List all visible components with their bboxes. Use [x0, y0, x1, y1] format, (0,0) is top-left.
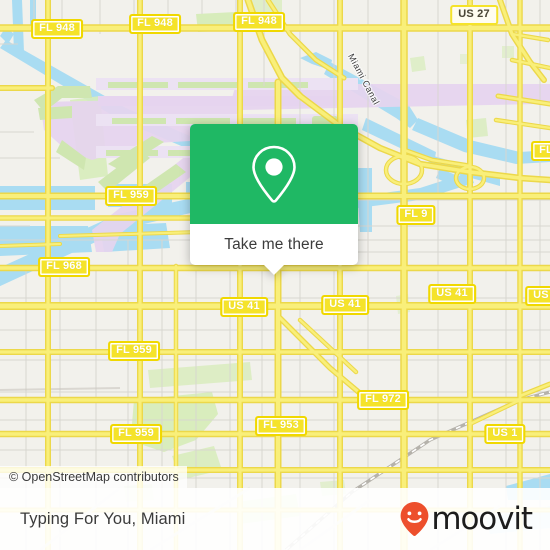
shield-us41-a: US 41: [220, 297, 268, 317]
shield-fl953: FL 953: [255, 416, 307, 436]
shield-us41-d: US: [525, 286, 550, 306]
shield-us41-b: US 41: [321, 295, 369, 315]
place-title: Typing For You, Miami: [20, 509, 186, 528]
shield-us1: US 1: [484, 424, 526, 444]
popup-tail: [263, 264, 285, 275]
popup-action-area[interactable]: Take me there: [190, 224, 358, 275]
popup-marker-area: [190, 124, 358, 224]
map-screenshot: Miami Canal FL 948 FL 948 FL 948 US 27 FL 95…: [0, 0, 550, 550]
take-me-there-button[interactable]: Take me there: [224, 236, 324, 254]
shield-us27: US 27: [450, 5, 498, 25]
osm-attribution[interactable]: © OpenStreetMap contributors: [0, 466, 187, 488]
moovit-logo[interactable]: moovit: [399, 500, 533, 537]
shield-fl959-c: FL 959: [110, 424, 162, 444]
shield-fl-edge: FL: [531, 141, 550, 161]
shield-fl948-b: FL 948: [129, 14, 181, 34]
map-pin-icon: [252, 145, 296, 203]
footer-bar: Typing For You, Miami moovit: [0, 488, 550, 550]
shield-fl9: FL 9: [396, 205, 436, 225]
shield-us41-c: US 41: [428, 284, 476, 304]
shield-fl948-a: FL 948: [31, 19, 83, 39]
shield-fl959-a: FL 959: [105, 186, 157, 206]
shield-fl948-c: FL 948: [233, 12, 285, 32]
moovit-wordmark: moovit: [431, 500, 533, 537]
location-popup-card[interactable]: Take me there: [190, 124, 358, 275]
shield-fl959-b: FL 959: [108, 341, 160, 361]
moovit-smiley-pin-icon: [400, 502, 429, 536]
shield-fl968: FL 968: [38, 257, 90, 277]
shield-fl972: FL 972: [357, 390, 409, 410]
